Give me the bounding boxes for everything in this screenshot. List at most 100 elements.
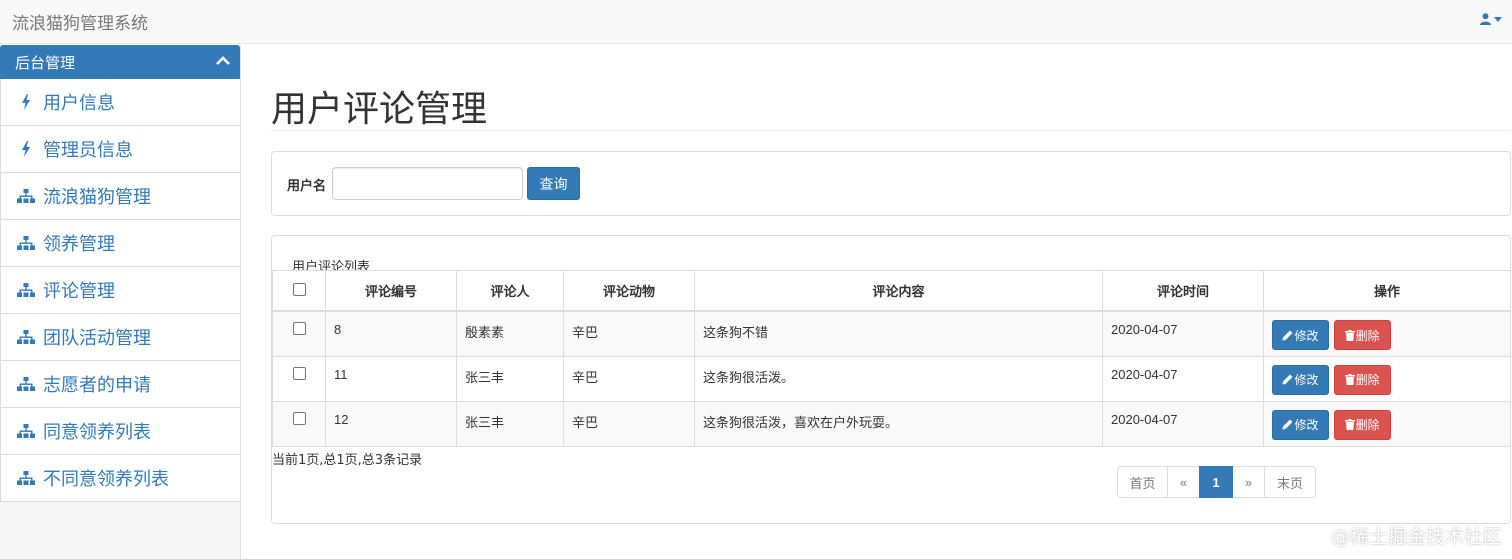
pagination: 首页 « 1 » 末页 (1117, 466, 1316, 498)
table-header-row: 评论编号 评论人 评论动物 评论内容 评论时间 操作 (272, 270, 1511, 312)
comment-user: 张三丰 (456, 355, 564, 402)
sidebar-item-label: 领养管理 (43, 234, 115, 255)
sidebar-item-label: 同意领养列表 (43, 422, 151, 443)
edit-button[interactable]: 修改 (1272, 320, 1329, 350)
column-header: 评论动物 (563, 270, 695, 312)
caret-down-icon (1494, 16, 1502, 22)
sidebar-item-label: 志愿者的申请 (43, 375, 151, 396)
comment-content: 这条狗很活泼，喜欢在户外玩耍。 (694, 400, 1103, 447)
chevron-up-icon (216, 56, 230, 65)
sidebar-item-rejected-adoptions[interactable]: 不同意领养列表 (0, 455, 240, 502)
query-button[interactable]: 查询 (527, 167, 580, 200)
sidebar-item-label: 不同意领养列表 (43, 469, 169, 490)
table-row: 8 殷素素 辛巴 这条狗不错 2020-04-07 修改 删除 (272, 310, 1511, 357)
sitemap-icon (17, 187, 35, 205)
edit-label: 修改 (1294, 373, 1319, 387)
sidebar-item-label: 评论管理 (43, 281, 115, 302)
pencil-icon (1282, 419, 1293, 430)
row-select-cell (272, 355, 326, 402)
sidebar: 后台管理 用户信息 管理员信息 流浪猫狗管理 领养管理 评论管理 团队活动管理 … (0, 45, 241, 559)
row-checkbox[interactable] (292, 322, 306, 335)
first-page-button[interactable]: 首页 (1117, 466, 1168, 498)
sitemap-icon (17, 375, 35, 393)
column-header: 评论内容 (694, 270, 1103, 312)
edit-button[interactable]: 修改 (1272, 364, 1329, 395)
row-select-cell (272, 310, 326, 357)
comment-time: 2020-04-07 (1102, 310, 1264, 357)
delete-label: 删除 (1355, 373, 1380, 387)
row-actions: 修改 删除 (1263, 400, 1511, 447)
pencil-icon (1282, 330, 1293, 340)
select-all-checkbox[interactable] (292, 282, 306, 296)
comment-animal: 辛巴 (563, 355, 695, 402)
sidebar-item-stray-animals[interactable]: 流浪猫狗管理 (0, 173, 240, 220)
app-title[interactable]: 流浪猫狗管理系统 (12, 9, 148, 34)
sidebar-menu: 用户信息 管理员信息 流浪猫狗管理 领养管理 评论管理 团队活动管理 志愿者的申… (0, 79, 240, 502)
sidebar-item-label: 团队活动管理 (43, 328, 151, 349)
sidebar-item-label: 流浪猫狗管理 (43, 187, 151, 208)
column-header: 评论人 (456, 270, 564, 312)
select-all-cell (272, 270, 326, 312)
main-content: 用户评论管理 用户名 查询 用户评论列表 评论编号 评论人 评论动物 评论内容 … (271, 45, 1511, 524)
row-actions: 修改 删除 (1263, 310, 1511, 357)
edit-label: 修改 (1294, 328, 1319, 343)
sidebar-item-approved-adoptions[interactable]: 同意领养列表 (0, 408, 240, 455)
page-title: 用户评论管理 (271, 45, 1511, 131)
next-page-button[interactable]: » (1232, 466, 1265, 498)
comment-id: 11 (325, 355, 457, 402)
edit-label: 修改 (1294, 418, 1319, 432)
comment-animal: 辛巴 (563, 310, 695, 357)
sidebar-header[interactable]: 后台管理 (0, 45, 240, 79)
row-actions: 修改 删除 (1263, 355, 1511, 402)
comment-time: 2020-04-07 (1102, 355, 1264, 402)
sidebar-item-comments[interactable]: 评论管理 (0, 267, 240, 314)
table-row: 12 张三丰 辛巴 这条狗很活泼，喜欢在户外玩耍。 2020-04-07 修改 … (272, 400, 1511, 447)
sidebar-item-admin-info[interactable]: 管理员信息 (0, 126, 240, 173)
last-page-button[interactable]: 末页 (1264, 466, 1316, 498)
sitemap-icon (17, 422, 35, 440)
delete-button[interactable]: 删除 (1333, 364, 1391, 395)
sitemap-icon (17, 469, 35, 487)
delete-label: 删除 (1355, 328, 1380, 343)
edit-button[interactable]: 修改 (1272, 409, 1329, 440)
comment-time: 2020-04-07 (1102, 400, 1264, 447)
table-row: 11 张三丰 辛巴 这条狗很活泼。 2020-04-07 修改 删除 (272, 355, 1511, 402)
sitemap-icon (17, 234, 35, 252)
column-header: 评论时间 (1102, 270, 1264, 312)
username-search-input[interactable] (332, 167, 523, 200)
delete-button[interactable]: 删除 (1333, 409, 1391, 440)
sidebar-item-team-activities[interactable]: 团队活动管理 (0, 314, 240, 361)
comment-animal: 辛巴 (563, 400, 695, 447)
comment-list-panel: 用户评论列表 评论编号 评论人 评论动物 评论内容 评论时间 操作 8 殷素素 … (271, 235, 1511, 524)
top-navbar: 流浪猫狗管理系统 (0, 0, 1512, 44)
bolt-icon (17, 93, 35, 111)
prev-page-button[interactable]: « (1167, 466, 1200, 498)
search-panel: 用户名 查询 (271, 151, 1511, 216)
sidebar-item-adoption[interactable]: 领养管理 (0, 220, 240, 267)
user-menu[interactable] (1480, 13, 1502, 25)
row-checkbox[interactable] (292, 411, 306, 425)
comment-table: 评论编号 评论人 评论动物 评论内容 评论时间 操作 8 殷素素 辛巴 这条狗不… (272, 270, 1511, 447)
trash-icon (1344, 329, 1355, 341)
comment-content: 这条狗很活泼。 (694, 355, 1103, 402)
row-select-cell (272, 400, 326, 447)
delete-label: 删除 (1355, 418, 1380, 432)
sidebar-item-user-info[interactable]: 用户信息 (0, 79, 240, 126)
sitemap-icon (17, 281, 35, 299)
comment-user: 张三丰 (456, 400, 564, 447)
pencil-icon (1282, 374, 1293, 385)
trash-icon (1344, 419, 1355, 430)
pagination-summary: 当前1页,总1页,总3条记录 (272, 453, 423, 468)
sitemap-icon (17, 328, 35, 346)
sidebar-item-label: 用户信息 (43, 93, 115, 114)
sidebar-item-volunteer-applications[interactable]: 志愿者的申请 (0, 361, 240, 408)
comment-id: 12 (325, 400, 457, 447)
row-checkbox[interactable] (292, 366, 306, 380)
column-header: 评论编号 (325, 270, 457, 312)
page-button-current[interactable]: 1 (1199, 466, 1233, 498)
trash-icon (1344, 374, 1355, 385)
comment-user: 殷素素 (456, 310, 564, 357)
username-label: 用户名 (287, 179, 327, 194)
delete-button[interactable]: 删除 (1333, 320, 1391, 350)
sidebar-header-label: 后台管理 (15, 53, 76, 72)
